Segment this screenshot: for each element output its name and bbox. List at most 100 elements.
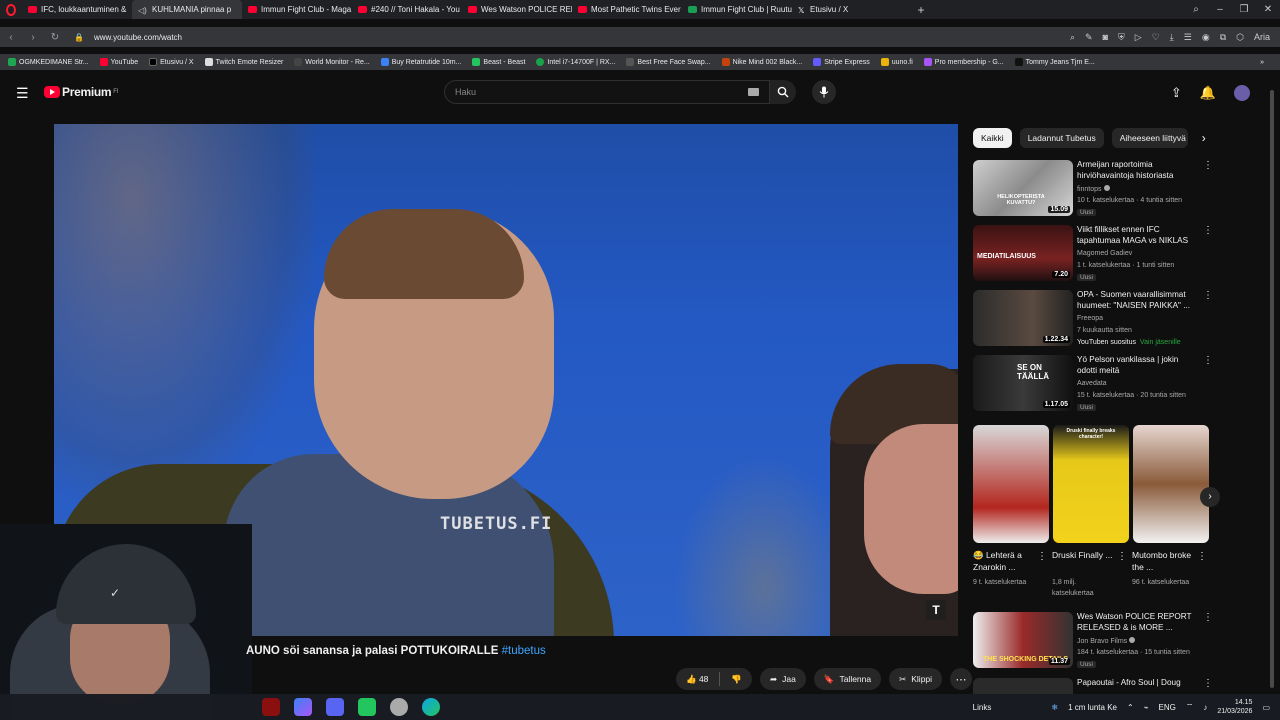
shorts-next-button[interactable]: › bbox=[1200, 487, 1220, 507]
channel-watermark-icon[interactable]: T bbox=[926, 600, 946, 620]
edge-icon[interactable] bbox=[422, 698, 440, 716]
recommendation-item[interactable]: 1.22.34 OPA - Suomen vaarallisimmat huum… bbox=[973, 290, 1213, 348]
reload-icon[interactable]: ↻ bbox=[44, 32, 66, 43]
browser-tab[interactable]: Immun Fight Club | Ruutu bbox=[682, 0, 792, 19]
browser-tab[interactable]: IFC, loukkaantuminen & bbox=[22, 0, 132, 19]
video-thumbnail[interactable]: HELIKOPTERISTA KUVATTU? 15.09 bbox=[973, 160, 1073, 216]
channel-name[interactable]: Freeopa bbox=[1077, 315, 1103, 322]
channel-name[interactable]: finntops bbox=[1077, 185, 1110, 193]
voice-search-button[interactable] bbox=[812, 80, 836, 104]
bookmark-item[interactable]: Intel i7-14700F | RX... bbox=[536, 58, 615, 66]
recommendation-title[interactable]: OPA - Suomen vaarallisimmat huumeet: "NA… bbox=[1077, 290, 1197, 311]
app-icon[interactable] bbox=[358, 698, 376, 716]
save-button[interactable]: 🔖 Tallenna bbox=[813, 668, 882, 690]
discord-icon[interactable] bbox=[326, 698, 344, 716]
short-thumbnail[interactable]: Druski finally breaks character! bbox=[1053, 425, 1129, 543]
bookmark-item[interactable]: Stripe Express bbox=[813, 58, 870, 66]
hashtag-link[interactable]: #tubetus bbox=[502, 645, 546, 657]
recommendation-title[interactable]: Armeijan raportoimia hirviöhavaintoja hi… bbox=[1077, 160, 1197, 181]
back-icon[interactable]: ‹ bbox=[0, 32, 22, 43]
video-thumbnail[interactable]: MEDIATILAISUUS 7.20 bbox=[973, 225, 1073, 281]
minimize-icon[interactable]: – bbox=[1208, 0, 1232, 19]
edit-icon[interactable]: ✎ bbox=[1085, 32, 1093, 43]
chip-all[interactable]: Kaikki bbox=[973, 128, 1012, 148]
search-input[interactable]: Haku bbox=[444, 80, 770, 104]
volume-icon[interactable]: ♪ bbox=[1203, 703, 1207, 712]
bookmark-item[interactable]: YouTube bbox=[99, 58, 138, 66]
recommendation-title[interactable]: Wes Watson POLICE REPORT RELEASED & is M… bbox=[1077, 612, 1197, 633]
avatar[interactable] bbox=[1234, 85, 1250, 101]
shield-icon[interactable]: ⛨ bbox=[1118, 32, 1125, 43]
cube-icon[interactable]: ⬡ bbox=[1236, 32, 1244, 43]
bookmark-item[interactable]: Etusivu / X bbox=[149, 58, 194, 66]
recommendation-item[interactable]: THE SHOCKING DETAILS 11.37 Wes Watson PO… bbox=[973, 612, 1213, 670]
wifi-icon[interactable]: ⌔ bbox=[1186, 702, 1194, 712]
play-icon[interactable]: ▷ bbox=[1135, 32, 1142, 43]
bookmark-item[interactable]: Beast - Beast bbox=[472, 58, 525, 66]
browser-tab[interactable]: #240 // Toni Hakala - You bbox=[352, 0, 462, 19]
kebab-menu-icon[interactable]: ⋮ bbox=[1203, 290, 1213, 301]
video-thumbnail[interactable]: THE SHOCKING DETAILS 11.37 bbox=[973, 612, 1073, 668]
page-scrollbar[interactable] bbox=[1268, 82, 1276, 694]
camera-icon[interactable]: ◙ bbox=[1103, 32, 1108, 43]
video-thumbnail[interactable] bbox=[973, 678, 1073, 694]
app-icon[interactable] bbox=[390, 698, 408, 716]
search-button[interactable] bbox=[770, 80, 796, 104]
app-icon[interactable] bbox=[294, 698, 312, 716]
bookmark-item[interactable]: World Monitor - Re... bbox=[294, 58, 370, 66]
bookmark-item[interactable]: Twitch Emote Resizer bbox=[204, 58, 283, 66]
notifications-bell-icon[interactable]: 🔔 bbox=[1200, 85, 1216, 101]
more-actions-button[interactable]: ⋯ bbox=[950, 668, 973, 690]
zoom-icon[interactable]: ⌕ bbox=[1070, 32, 1075, 43]
maximize-icon[interactable]: ❐ bbox=[1232, 0, 1256, 19]
weather-text[interactable]: 1 cm lunta Ke bbox=[1068, 703, 1117, 712]
links-toolbar[interactable]: Links bbox=[973, 703, 992, 712]
short-thumbnail[interactable] bbox=[973, 425, 1049, 543]
heart-icon[interactable]: ♡ bbox=[1152, 32, 1160, 43]
bookmark-item[interactable]: OGMKEDIMANE Str... bbox=[8, 58, 89, 66]
bookmark-item[interactable]: Best Free Face Swap... bbox=[626, 58, 711, 66]
close-icon[interactable]: ✕ bbox=[1256, 0, 1280, 19]
kebab-menu-icon[interactable]: ⋮ bbox=[1037, 551, 1047, 562]
browser-tab-active[interactable]: ◁) KUHLMANIA pinnaa p bbox=[132, 0, 242, 19]
scrollbar-thumb[interactable] bbox=[1270, 90, 1274, 688]
channel-name[interactable]: Jon Bravo Films bbox=[1077, 637, 1136, 645]
kebab-menu-icon[interactable]: ⋮ bbox=[1203, 678, 1213, 689]
bookmark-item[interactable]: Tommy Jeans Tjm E... bbox=[1014, 58, 1095, 66]
kebab-menu-icon[interactable]: ⋮ bbox=[1203, 225, 1213, 236]
channel-name[interactable]: Aavedata bbox=[1077, 380, 1107, 387]
share-button[interactable]: ➦ Jaa bbox=[760, 668, 806, 690]
bookmark-item[interactable]: Buy Retatrutide 10m... bbox=[380, 58, 461, 66]
aria-button[interactable]: Aria bbox=[1254, 32, 1270, 43]
recommendation-item[interactable]: SE ON TÄÄLLÄ 1.17.05 Yö Pelson vankilass… bbox=[973, 355, 1213, 413]
opera-menu-icon[interactable] bbox=[0, 0, 22, 19]
chevron-right-icon[interactable]: › bbox=[1202, 131, 1206, 145]
extension-icon[interactable]: ⧉ bbox=[1220, 32, 1226, 43]
short-title[interactable]: 😂 Lehterä a Znarokin ... bbox=[973, 549, 1037, 573]
kebab-menu-icon[interactable]: ⋮ bbox=[1203, 612, 1213, 623]
notifications-icon[interactable]: ▭ bbox=[1262, 703, 1270, 712]
video-thumbnail[interactable]: 1.22.34 bbox=[973, 290, 1073, 346]
browser-tab[interactable]: Wes Watson POLICE REPC bbox=[462, 0, 572, 19]
recommendation-title[interactable]: Papaoutai - Afro Soul | Doug bbox=[1077, 678, 1197, 689]
weather-icon[interactable]: ❄ bbox=[1051, 703, 1058, 712]
new-tab-button[interactable]: + bbox=[912, 0, 930, 19]
recommendation-title[interactable]: Yö Pelson vankilassa | jokin odotti meit… bbox=[1077, 355, 1197, 376]
bookmark-item[interactable]: Nike Mind 002 Black... bbox=[721, 58, 802, 66]
recommendation-title[interactable]: Viikt fillikset ennen IFC tapahtumaa MAG… bbox=[1077, 225, 1197, 246]
language-indicator[interactable]: ENG bbox=[1159, 703, 1176, 712]
clock[interactable]: 14.15 21/03/2026 bbox=[1217, 698, 1252, 716]
like-button[interactable]: 👍 48 bbox=[686, 674, 708, 685]
youtube-logo[interactable]: Premium FI bbox=[44, 85, 119, 99]
kebab-menu-icon[interactable]: ⋮ bbox=[1197, 551, 1207, 562]
recommendation-item[interactable]: MEDIATILAISUUS 7.20 Viikt fillikset enne… bbox=[973, 225, 1213, 283]
lock-icon[interactable]: 🔒 bbox=[74, 33, 84, 42]
kebab-menu-icon[interactable]: ⋮ bbox=[1203, 355, 1213, 366]
browser-tab[interactable]: Most Pathetic Twins Ever bbox=[572, 0, 682, 19]
profile-icon[interactable]: ◉ bbox=[1202, 32, 1210, 43]
video-thumbnail[interactable]: SE ON TÄÄLLÄ 1.17.05 bbox=[973, 355, 1073, 411]
dislike-button[interactable]: 👎 bbox=[731, 674, 742, 685]
url-field[interactable]: www.youtube.com/watch bbox=[94, 33, 182, 42]
recommendation-item[interactable]: Papaoutai - Afro Soul | Doug ⋮ bbox=[973, 678, 1213, 694]
hamburger-menu-icon[interactable]: ☰ bbox=[16, 85, 29, 102]
